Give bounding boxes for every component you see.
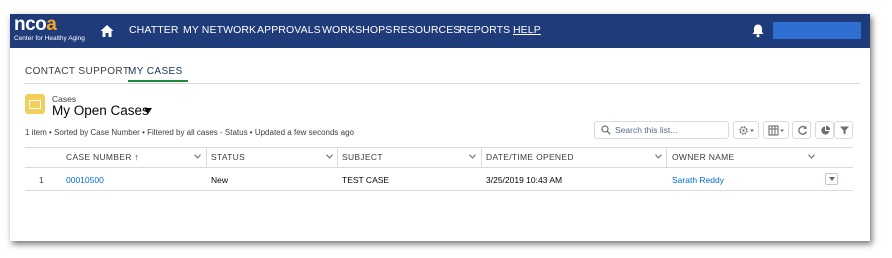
row-actions-button[interactable] [825,173,838,185]
table-top-border [25,147,853,148]
chevron-down-icon[interactable] [655,154,662,159]
tab-divider [24,83,860,84]
col-header-subject[interactable]: SUBJECT [342,152,383,162]
filter-icon [840,126,849,135]
chevron-down-icon[interactable] [194,154,201,159]
app-window: ncoa Center for Healthy Aging CHATTER MY… [10,14,870,241]
search-list-input[interactable]: Search this list... [594,121,729,139]
logo-tagline: Center for Healthy Aging [14,35,85,42]
refresh-button[interactable] [792,121,811,139]
column-divider[interactable] [206,147,207,167]
col-header-owner-name[interactable]: OWNER NAME [672,152,735,162]
row-number: 1 [39,175,44,185]
top-nav-bar: ncoa Center for Healthy Aging CHATTER MY… [10,14,870,48]
col-header-case-number[interactable]: CASE NUMBER ↑ [66,152,139,162]
nav-resources[interactable]: RESOURCES [393,24,460,36]
cell-subject: TEST CASE [342,175,390,185]
column-divider[interactable] [666,147,667,167]
nav-help[interactable]: HELP [513,24,541,36]
nav-my-network[interactable]: MY NETWORK [183,24,256,36]
cell-date-opened: 3/25/2019 10:43 AM [486,175,563,185]
column-divider[interactable] [481,147,482,167]
bell-icon[interactable] [751,23,765,38]
chevron-down-icon[interactable] [326,154,333,159]
col-header-date-opened[interactable]: DATE/TIME OPENED [486,152,574,162]
chevron-down-icon[interactable] [808,154,815,159]
owner-name-link[interactable]: Sarath Reddy [672,175,724,185]
nav-chatter[interactable]: CHATTER [129,24,179,36]
nav-approvals[interactable]: APPROVALS [257,24,321,36]
charts-button[interactable] [815,121,834,139]
search-placeholder: Search this list... [615,125,678,135]
table-header-border [25,167,853,168]
ncoa-logo[interactable]: ncoa Center for Healthy Aging [14,14,94,45]
col-header-status[interactable]: STATUS [211,152,245,162]
tab-my-cases[interactable]: MY CASES [128,66,183,77]
column-divider[interactable] [337,147,338,167]
pie-chart-icon [821,125,831,135]
cases-icon [25,94,45,114]
user-profile-menu[interactable] [773,22,861,39]
list-info-text: 1 item • Sorted by Case Number • Filtere… [25,128,355,137]
gear-icon [739,126,754,135]
chevron-down-icon [829,177,835,181]
display-as-button[interactable] [763,121,789,139]
case-number-link[interactable]: 00010500 [66,175,104,185]
filter-button[interactable] [834,121,853,139]
tab-contact-support[interactable]: CONTACT SUPPORT [25,66,129,77]
refresh-icon [798,125,807,135]
logo-wordmark: ncoa [14,14,57,35]
cell-status: New [211,175,229,185]
home-icon[interactable] [99,23,115,39]
active-tab-indicator [128,80,188,82]
list-settings-button[interactable] [733,121,759,139]
chevron-down-icon[interactable] [469,154,476,159]
search-icon [601,125,611,135]
nav-reports[interactable]: REPORTS [459,24,510,36]
list-view-selector[interactable]: My Open Cases [52,103,149,118]
nav-workshops[interactable]: WORKSHOPS [322,24,392,36]
table-icon [768,125,784,136]
chevron-down-icon[interactable] [144,108,152,114]
table-row-border [25,190,853,191]
sort-ascending-icon: ↑ [134,152,140,162]
